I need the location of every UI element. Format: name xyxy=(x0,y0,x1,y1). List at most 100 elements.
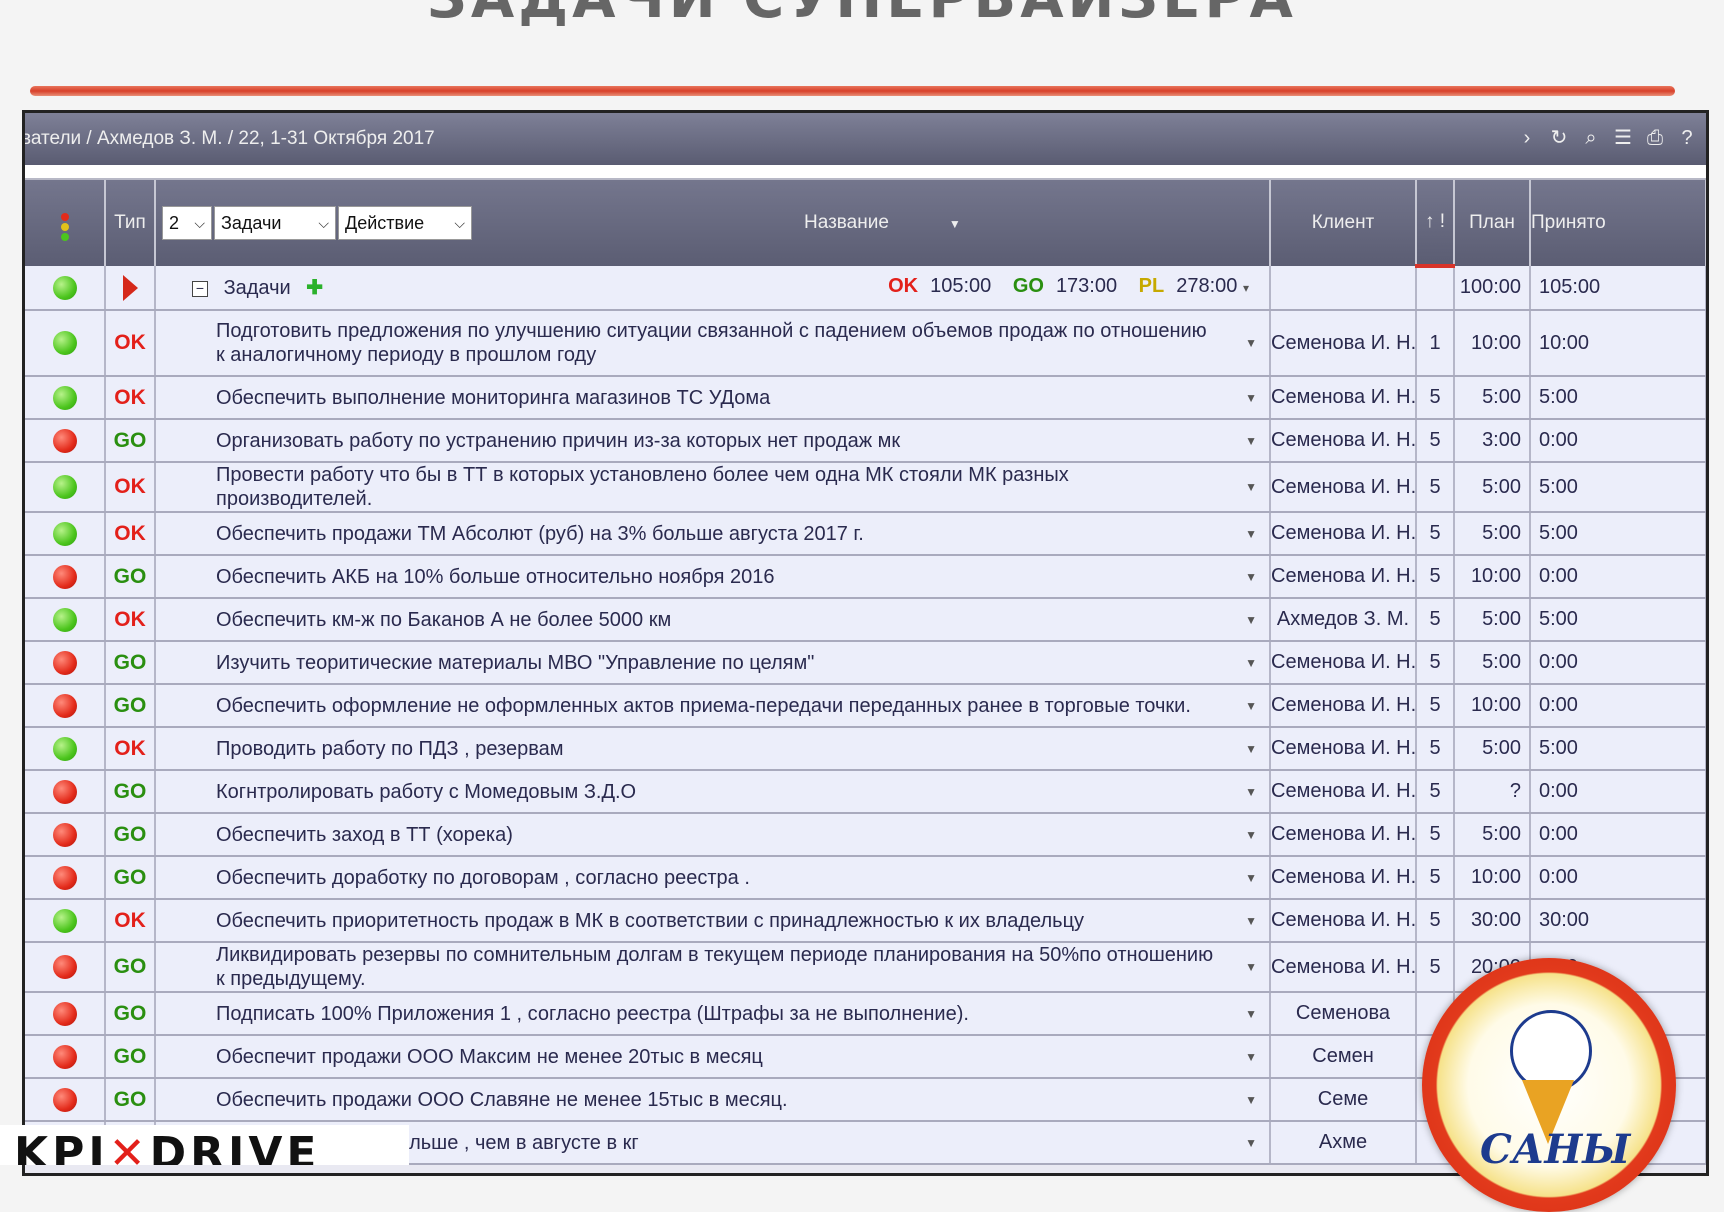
task-plan: 3:00 xyxy=(1454,419,1531,463)
refresh-icon[interactable]: ↻ xyxy=(1548,125,1570,151)
search-icon[interactable]: ⌕ xyxy=(1580,125,1602,151)
task-client: Семен xyxy=(1270,1035,1417,1079)
status-indicator xyxy=(52,275,77,300)
task-name[interactable]: Подготовить предложения по улучшению сит… xyxy=(216,319,1268,367)
name-sort-header[interactable]: Название ▼ xyxy=(804,212,961,234)
task-name[interactable]: Организовать работу по устранению причин… xyxy=(216,429,1268,453)
task-name[interactable]: Ликвидировать резервы по сомнительным до… xyxy=(216,943,1268,990)
chevron-down-icon[interactable]: ▼ xyxy=(1245,828,1257,842)
task-client: Семенова И. Н. xyxy=(1270,942,1417,993)
task-plan: 5:00 xyxy=(1454,727,1531,771)
brand-logo-text: САНЫ xyxy=(1480,1126,1631,1173)
task-name[interactable]: Обеспечить приоритетность продаж в МК в … xyxy=(216,909,1268,933)
table-row[interactable]: GO Изучить теоритические материалы МВО "У… xyxy=(25,641,1706,685)
task-name[interactable]: Обеспечить выполнение мониторинга магази… xyxy=(216,386,1268,410)
task-priority: 5 xyxy=(1416,462,1455,513)
chevron-down-icon[interactable]: ▼ xyxy=(1245,699,1257,713)
task-client: Семенова И. Н. xyxy=(1270,899,1417,943)
list-icon[interactable]: ☰ xyxy=(1612,125,1634,151)
task-priority: 5 xyxy=(1416,598,1455,642)
red-divider xyxy=(30,86,1675,96)
plan-column-header[interactable]: План xyxy=(1454,180,1531,266)
chevron-down-icon[interactable]: ▼ xyxy=(1245,1007,1257,1021)
chevron-down-icon[interactable]: ▼ xyxy=(1245,871,1257,885)
chevron-down-icon[interactable]: ▼ xyxy=(1245,336,1257,350)
table-row[interactable]: GO Обеспечить АКБ на 10% больше относител… xyxy=(25,555,1706,599)
table-row[interactable]: OK Обеспечить продажи ТМ Абсолют (руб) на… xyxy=(25,512,1706,556)
pl-total: 278:00 xyxy=(1176,275,1238,297)
table-row[interactable]: GO Обеспечить заход в ТТ (хорека) ▼ Семенов… xyxy=(25,813,1706,857)
task-type: GO xyxy=(113,650,147,674)
task-client: Семенова И. Н. xyxy=(1270,376,1417,420)
table-row[interactable]: OK Обеспечить км-ж по Баканов А не более … xyxy=(25,598,1706,642)
task-type: GO xyxy=(113,779,147,803)
table-row[interactable]: GO Обеспечить доработку по договорам , со… xyxy=(25,856,1706,900)
chevron-down-icon[interactable]: ▼ xyxy=(1245,570,1257,584)
tasks-select[interactable]: Задачи ⌵ xyxy=(214,206,336,240)
next-icon[interactable]: › xyxy=(1516,125,1538,151)
task-client: Семенова И. Н. xyxy=(1270,770,1417,814)
task-name[interactable]: Провести работу что бы в ТТ в которых ус… xyxy=(216,463,1268,510)
add-task-icon[interactable]: ✚ xyxy=(306,277,323,299)
toolbar: › ↻ ⌕ ☰ ⎙ ? xyxy=(1516,125,1698,151)
collapse-icon[interactable]: − xyxy=(192,280,208,297)
type-column-header[interactable]: Тип xyxy=(105,180,156,266)
task-name[interactable]: Обеспечить продажи ТМ Абсолют (руб) на 3… xyxy=(216,522,1268,546)
task-name[interactable]: Обеспечить заход в ТТ (хорека) xyxy=(216,823,1268,847)
table-row[interactable]: GO Обеспечить оформление не оформленных а… xyxy=(25,684,1706,728)
help-icon[interactable]: ? xyxy=(1676,125,1698,151)
table-row[interactable]: GO Организовать работу по устранению прич… xyxy=(25,419,1706,463)
table-row[interactable]: OK Подготовить предложения по улучшению с… xyxy=(25,310,1706,377)
print-icon[interactable]: ⎙ xyxy=(1644,125,1666,151)
task-priority: 5 xyxy=(1416,512,1455,556)
chevron-down-icon[interactable]: ▼ xyxy=(1245,391,1257,405)
task-name[interactable]: Обеспечить доработку по договорам , согл… xyxy=(216,866,1268,890)
task-client: Семенова И. Н. xyxy=(1270,641,1417,685)
status-indicator xyxy=(52,1087,77,1112)
chevron-down-icon[interactable]: ▼ xyxy=(1245,960,1257,974)
level-select[interactable]: 2 ⌵ xyxy=(162,206,212,240)
accepted-column-header[interactable]: Принято xyxy=(1530,180,1706,266)
priority-column-header[interactable]: ↑ ! xyxy=(1416,180,1455,268)
task-name[interactable]: Когнтролировать работу с Момедовым З.Д.О xyxy=(216,780,1268,804)
table-row[interactable]: OK Обеспечить приоритетность продаж в МК … xyxy=(25,899,1706,943)
table-row[interactable]: OK Провести работу что бы в ТТ в которых … xyxy=(25,462,1706,513)
task-name[interactable]: Подписать 100% Приложения 1 , согласно р… xyxy=(216,1002,1268,1026)
task-priority: 5 xyxy=(1416,376,1455,420)
chevron-down-icon[interactable]: ▼ xyxy=(1245,656,1257,670)
chevron-down-icon[interactable]: ▼ xyxy=(1245,1050,1257,1064)
chevron-down-icon[interactable]: ▼ xyxy=(1245,527,1257,541)
task-client: Семе xyxy=(1270,1078,1417,1122)
client-column-header[interactable]: Клиент xyxy=(1270,180,1417,266)
action-select[interactable]: Действие ⌵ xyxy=(338,206,472,240)
chevron-down-icon: ⌵ xyxy=(318,214,329,231)
table-row[interactable]: OK Обеспечить выполнение мониторинга мага… xyxy=(25,376,1706,420)
task-name[interactable]: Обеспечит продажи ООО Максим не менее 20… xyxy=(216,1045,1268,1069)
chevron-down-icon[interactable]: ▼ xyxy=(1245,914,1257,928)
play-icon[interactable] xyxy=(122,274,138,301)
chevron-down-icon[interactable]: ▼ xyxy=(1245,742,1257,756)
task-priority: 5 xyxy=(1416,684,1455,728)
task-type: OK xyxy=(114,475,146,498)
group-row[interactable]: − Задачи ✚ OK 105:00 GO 173:00 PL 278:00 ▾ … xyxy=(25,266,1706,311)
status-column-header[interactable] xyxy=(25,180,106,266)
task-name[interactable]: Обеспечить оформление не оформленных акт… xyxy=(216,694,1268,718)
chevron-down-icon[interactable]: ▼ xyxy=(1245,1093,1257,1107)
chevron-down-icon[interactable]: ▼ xyxy=(1245,434,1257,448)
chevron-down-icon[interactable]: ▼ xyxy=(1245,480,1257,494)
chevron-down-icon[interactable]: ▾ xyxy=(1243,281,1249,295)
status-indicator xyxy=(52,564,77,589)
chevron-down-icon[interactable]: ▼ xyxy=(1245,613,1257,627)
task-name[interactable]: Обеспечить продажи ООО Славяне не менее … xyxy=(216,1088,1268,1112)
task-plan: 10:00 xyxy=(1454,310,1531,377)
table-row[interactable]: GO Ликвидировать резервы по сомнительным … xyxy=(25,942,1706,993)
chevron-down-icon[interactable]: ▼ xyxy=(1245,785,1257,799)
task-name[interactable]: Изучить теоритические материалы МВО "Упр… xyxy=(216,651,1268,675)
task-type: GO xyxy=(113,955,147,978)
task-name[interactable]: Проводить работу по ПДЗ , резервам xyxy=(216,737,1268,761)
task-name[interactable]: Обеспечить АКБ на 10% больше относительн… xyxy=(216,565,1268,589)
table-row[interactable]: OK Проводить работу по ПДЗ , резервам ▼ Сем… xyxy=(25,727,1706,771)
chevron-down-icon[interactable]: ▼ xyxy=(1245,1136,1257,1150)
task-name[interactable]: Обеспечить км-ж по Баканов А не более 50… xyxy=(216,608,1268,632)
table-row[interactable]: GO Когнтролировать работу с Момедовым З.Д… xyxy=(25,770,1706,814)
